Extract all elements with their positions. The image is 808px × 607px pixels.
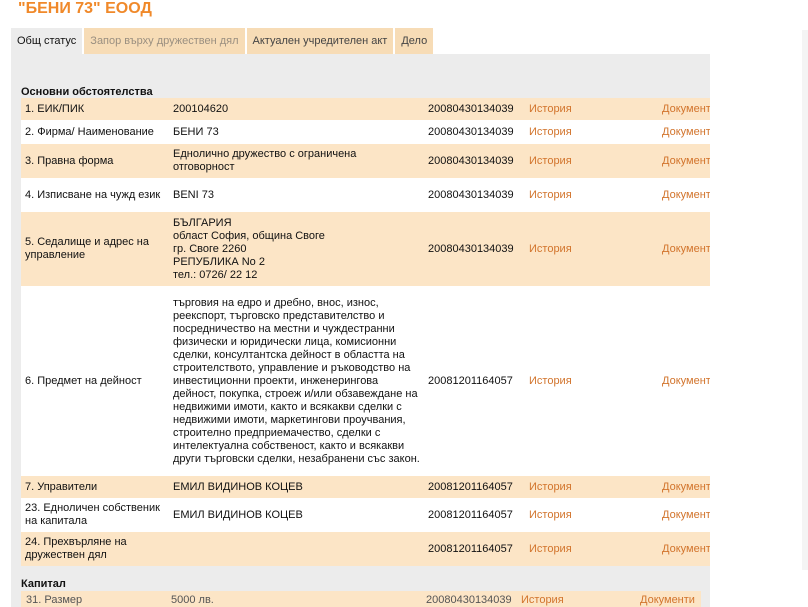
row-date: 20081201164057 — [424, 286, 525, 476]
table-row: 3. Правна форма Еднолично дружество с ог… — [21, 144, 710, 178]
documents-link[interactable]: Документи — [662, 126, 710, 138]
row-date: 20080430134039 — [424, 120, 525, 144]
row-label: 3. Правна форма — [21, 144, 169, 178]
row-value: 5000 лв. — [171, 594, 214, 606]
table-row: 7. Управители ЕМИЛ ВИДИНОВ КОЦЕВ 2008120… — [21, 476, 710, 498]
section-title-capital: Капитал — [21, 578, 66, 590]
table-row: 5. Седалище и адрес на управление БЪЛГАР… — [21, 212, 710, 286]
documents-link[interactable]: Документи — [662, 481, 710, 493]
row-date: 20080430134039 — [424, 144, 525, 178]
row-value — [169, 532, 424, 566]
history-link[interactable]: История — [529, 126, 572, 138]
row-value: 200104620 — [169, 98, 424, 120]
documents-link[interactable]: Документи — [662, 243, 710, 255]
row-label: 7. Управители — [21, 476, 169, 498]
row-label: 6. Предмет на дейност — [21, 286, 169, 476]
row-value: BENI 73 — [169, 178, 424, 212]
table-row: 4. Изписване на чужд език BENI 73 200804… — [21, 178, 710, 212]
row-label: 1. ЕИК/ПИК — [21, 98, 169, 120]
row-label: 23. Едноличен собственик на капитала — [21, 498, 169, 532]
row-value: ЕМИЛ ВИДИНОВ КОЦЕВ — [169, 498, 424, 532]
row-label: 31. Размер — [26, 594, 83, 606]
table-row: 23. Едноличен собственик на капитала ЕМИ… — [21, 498, 710, 532]
row-date: 20080430134039 — [424, 212, 525, 286]
history-link[interactable]: История — [529, 189, 572, 201]
row-value: БЕНИ 73 — [169, 120, 424, 144]
row-label: 2. Фирма/ Наименование — [21, 120, 169, 144]
tab-general-status[interactable]: Общ статус — [11, 28, 83, 54]
table-row: 24. Прехвърляне на дружествен дял 200812… — [21, 532, 710, 566]
documents-link[interactable]: Документи — [662, 375, 710, 387]
documents-link[interactable]: Документи — [662, 103, 710, 115]
documents-link[interactable]: Документи — [640, 594, 695, 606]
row-value: Еднолично дружество с ограничена отговор… — [169, 144, 424, 178]
table-row: 31. Размер 5000 лв. 20080430134039 Истор… — [21, 591, 701, 607]
table-row: 2. Фирма/ Наименование БЕНИ 73 200804301… — [21, 120, 710, 144]
tab-share-seizure[interactable]: Запор върху дружествен дял — [84, 28, 245, 54]
table-row: 6. Предмет на дейност търговия на едро и… — [21, 286, 710, 476]
tab-case[interactable]: Дело — [395, 28, 434, 54]
row-date: 20080430134039 — [426, 594, 512, 606]
row-date: 20080430134039 — [424, 178, 525, 212]
history-link[interactable]: История — [529, 509, 572, 521]
history-link[interactable]: История — [529, 543, 572, 555]
documents-link[interactable]: Документи — [662, 155, 710, 167]
history-link[interactable]: История — [529, 103, 572, 115]
history-link[interactable]: История — [529, 375, 572, 387]
row-value: БЪЛГАРИЯ област София, община Своге гр. … — [169, 212, 424, 286]
row-label: 24. Прехвърляне на дружествен дял — [21, 532, 169, 566]
history-link[interactable]: История — [529, 155, 572, 167]
table-row: 1. ЕИК/ПИК 200104620 20080430134039 Исто… — [21, 98, 710, 120]
page-scrollbar[interactable] — [802, 30, 808, 570]
company-title: "БЕНИ 73" ЕООД — [18, 0, 152, 17]
tab-current-founding-act[interactable]: Актуален учредителен акт — [246, 28, 394, 54]
row-label: 4. Изписване на чужд език — [21, 178, 169, 212]
row-value: ЕМИЛ ВИДИНОВ КОЦЕВ — [169, 476, 424, 498]
history-link[interactable]: История — [529, 243, 572, 255]
row-date: 20081201164057 — [424, 532, 525, 566]
row-value: търговия на едро и дребно, внос, износ, … — [169, 286, 424, 476]
row-date: 20081201164057 — [424, 498, 525, 532]
circumstances-table: 1. ЕИК/ПИК 200104620 20080430134039 Исто… — [21, 98, 710, 566]
history-link[interactable]: История — [529, 481, 572, 493]
status-panel: Основни обстоятелства 1. ЕИК/ПИК 2001046… — [11, 54, 710, 607]
section-title-main: Основни обстоятелства — [21, 86, 153, 98]
row-label: 5. Седалище и адрес на управление — [21, 212, 169, 286]
row-date: 20080430134039 — [424, 98, 525, 120]
documents-link[interactable]: Документи — [662, 543, 710, 555]
history-link[interactable]: История — [521, 594, 564, 606]
tab-bar: Общ статус Запор върху дружествен дял Ак… — [11, 28, 434, 54]
documents-link[interactable]: Документи — [662, 509, 710, 521]
documents-link[interactable]: Документи — [662, 189, 710, 201]
row-date: 20081201164057 — [424, 476, 525, 498]
